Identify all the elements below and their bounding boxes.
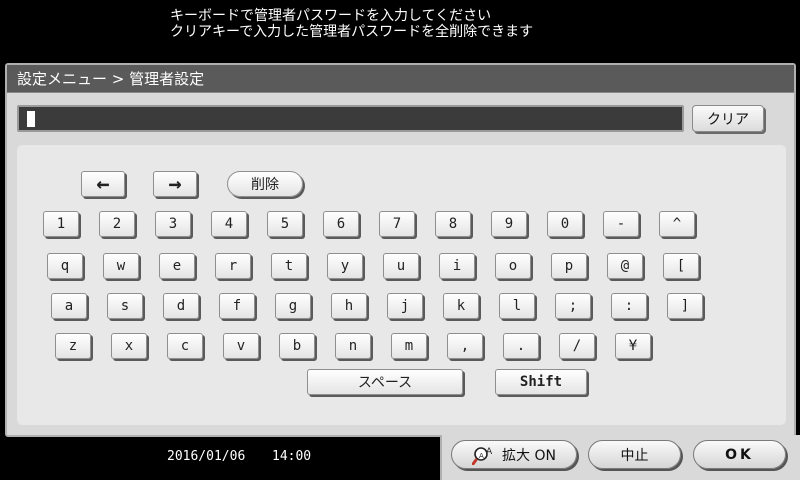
left-arrow-key[interactable]: ← [81, 171, 125, 197]
instruction-line-2: クリアキーで入力した管理者パスワードを全削除できます [170, 24, 534, 40]
magnifier-icon: A A [471, 445, 496, 465]
key-row2-7[interactable]: i [439, 253, 475, 279]
key-row1-6[interactable]: 7 [379, 211, 415, 237]
status-date: 2016/01/06 [167, 449, 246, 464]
key-row3-2[interactable]: d [163, 293, 199, 319]
key-row4-6[interactable]: m [391, 333, 427, 359]
zoom-toggle-label: 拡大 ON [502, 447, 556, 464]
key-row1-4[interactable]: 5 [267, 211, 303, 237]
key-row4-9[interactable]: / [559, 333, 595, 359]
key-row3-1[interactable]: s [107, 293, 143, 319]
key-row2-10[interactable]: @ [607, 253, 643, 279]
key-row3-6[interactable]: j [387, 293, 423, 319]
key-row1-11[interactable]: ^ [659, 211, 695, 237]
instruction-line-1: キーボードで管理者パスワードを入力してください [170, 8, 492, 24]
key-row3-0[interactable]: a [51, 293, 87, 319]
stop-button[interactable]: 中止 [588, 440, 681, 469]
text-cursor [27, 111, 35, 127]
ok-button[interactable]: OK [693, 440, 786, 469]
key-row2-8[interactable]: o [495, 253, 531, 279]
key-row3-10[interactable]: : [611, 293, 647, 319]
right-arrow-key[interactable]: → [153, 171, 197, 197]
key-row3-5[interactable]: h [331, 293, 367, 319]
key-row4-0[interactable]: z [55, 333, 91, 359]
svg-text:A: A [486, 447, 493, 457]
key-row1-8[interactable]: 9 [491, 211, 527, 237]
key-row4-10[interactable]: ¥ [615, 333, 651, 359]
key-row2-0[interactable]: q [47, 253, 83, 279]
key-row3-8[interactable]: l [499, 293, 535, 319]
key-row2-11[interactable]: [ [663, 253, 699, 279]
space-key[interactable]: スペース [307, 369, 463, 395]
key-row3-7[interactable]: k [443, 293, 479, 319]
key-row2-1[interactable]: w [103, 253, 139, 279]
key-row3-3[interactable]: f [219, 293, 255, 319]
key-row1-2[interactable]: 3 [155, 211, 191, 237]
key-row1-10[interactable]: - [603, 211, 639, 237]
shift-key[interactable]: Shift [495, 369, 587, 395]
key-row2-6[interactable]: u [383, 253, 419, 279]
clear-button[interactable]: クリア [692, 105, 764, 132]
key-row3-11[interactable]: ] [667, 293, 703, 319]
key-row1-0[interactable]: 1 [43, 211, 79, 237]
breadcrumb: 設定メニュー > 管理者設定 [7, 65, 794, 93]
key-row1-3[interactable]: 4 [211, 211, 247, 237]
key-row3-4[interactable]: g [275, 293, 311, 319]
key-row1-7[interactable]: 8 [435, 211, 471, 237]
key-row1-1[interactable]: 2 [99, 211, 135, 237]
password-input[interactable] [17, 105, 684, 132]
key-row3-9[interactable]: ; [555, 293, 591, 319]
key-row4-3[interactable]: v [223, 333, 259, 359]
zoom-toggle-button[interactable]: A A 拡大 ON [451, 440, 577, 469]
key-row4-1[interactable]: x [111, 333, 147, 359]
key-row2-9[interactable]: p [551, 253, 587, 279]
key-row4-4[interactable]: b [279, 333, 315, 359]
key-row2-3[interactable]: r [215, 253, 251, 279]
delete-key[interactable]: 削除 [227, 171, 303, 197]
svg-text:A: A [479, 452, 484, 460]
key-row1-5[interactable]: 6 [323, 211, 359, 237]
footer-tray: A A 拡大 ON 中止 OK [440, 435, 800, 480]
keyboard-area: ← → 削除 スペース Shift 1 2 3 4 5 6 7 8 9 0- ^ q w e r t y u i o p… [17, 145, 786, 425]
key-row2-5[interactable]: y [327, 253, 363, 279]
key-row2-4[interactable]: t [271, 253, 307, 279]
key-row4-7[interactable]: , [447, 333, 483, 359]
key-row2-2[interactable]: e [159, 253, 195, 279]
password-entry-panel: 設定メニュー > 管理者設定 クリア ← → 削除 スペース Shift 123… [5, 63, 796, 437]
key-row4-2[interactable]: c [167, 333, 203, 359]
key-row4-8[interactable]: . [503, 333, 539, 359]
status-time: 14:00 [272, 449, 312, 464]
instruction-message: キーボードで管理者パスワードを入力してください クリアキーで入力した管理者パスワ… [170, 8, 533, 40]
key-row1-9[interactable]: 0 [547, 211, 583, 237]
key-row4-5[interactable]: n [335, 333, 371, 359]
